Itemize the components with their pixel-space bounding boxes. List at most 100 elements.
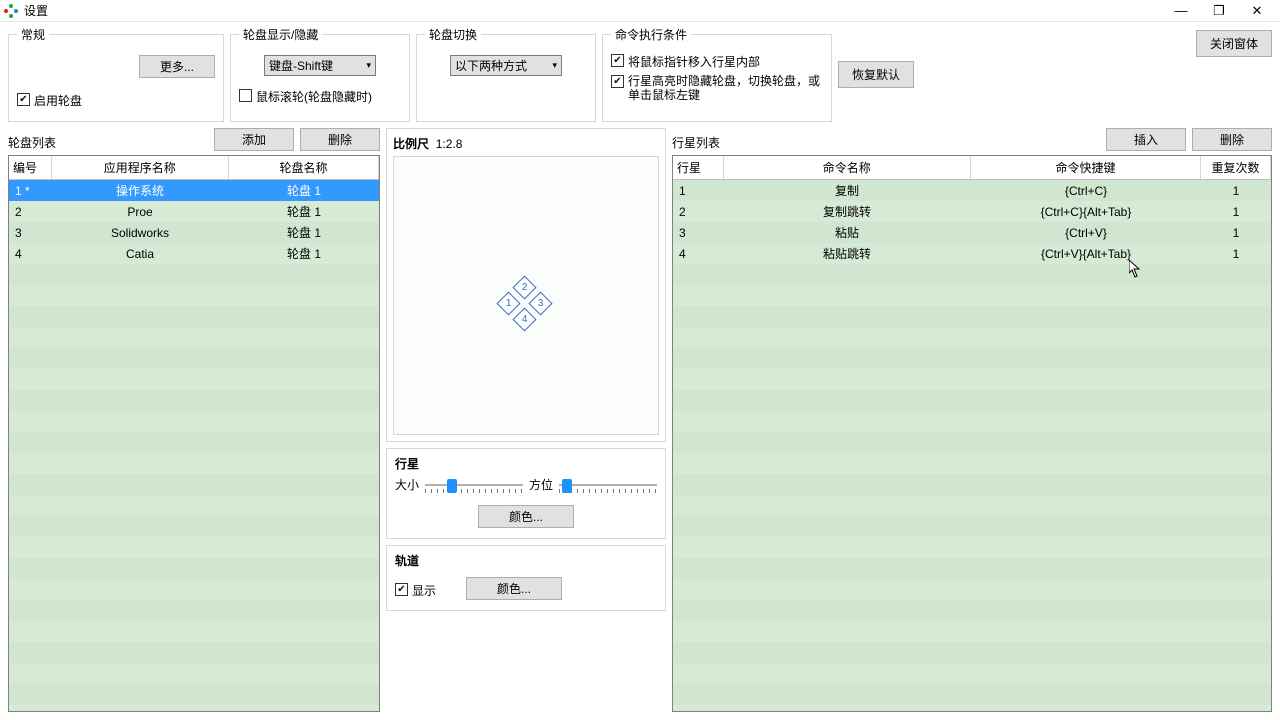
col-wheel[interactable]: 轮盘名称 xyxy=(229,156,379,180)
table-row[interactable] xyxy=(9,516,379,537)
preview-panel: 比例尺 1:2.8 1 2 3 4 xyxy=(386,128,666,442)
table-row[interactable] xyxy=(9,537,379,558)
table-row[interactable] xyxy=(9,327,379,348)
table-row[interactable]: 4粘贴跳转{Ctrl+V}{Alt+Tab}1 xyxy=(673,243,1271,264)
wheel-list-title: 轮盘列表 xyxy=(8,134,56,151)
table-row[interactable] xyxy=(673,621,1271,642)
planet-table[interactable]: 行星 命令名称 命令快捷键 重复次数 1复制{Ctrl+C}12复制跳转{Ctr… xyxy=(672,155,1272,712)
table-row[interactable] xyxy=(9,621,379,642)
more-button[interactable]: 更多... xyxy=(139,55,215,78)
maximize-button[interactable]: ❐ xyxy=(1200,0,1238,22)
general-legend: 常规 xyxy=(17,26,49,43)
switch-group: 轮盘切换 以下两种方式 ▾ xyxy=(416,26,596,122)
table-row[interactable] xyxy=(673,558,1271,579)
table-row[interactable] xyxy=(9,390,379,411)
cond-opt1-checkbox[interactable]: 将鼠标指针移入行星内部 xyxy=(611,53,823,70)
table-row[interactable] xyxy=(673,663,1271,684)
table-row[interactable] xyxy=(9,369,379,390)
showhide-select[interactable]: 键盘-Shift键 ▾ xyxy=(264,55,376,76)
table-row[interactable] xyxy=(9,705,379,711)
planet-node-3[interactable]: 3 xyxy=(528,291,552,315)
table-row[interactable] xyxy=(9,348,379,369)
table-row[interactable] xyxy=(9,474,379,495)
mousewheel-checkbox[interactable]: 鼠标滚轮(轮盘隐藏时) xyxy=(239,88,401,105)
table-row[interactable] xyxy=(673,285,1271,306)
orbit-label: 轨道 xyxy=(395,554,419,568)
table-row[interactable]: 4Catia轮盘 1 xyxy=(9,243,379,264)
table-row[interactable] xyxy=(673,411,1271,432)
table-row[interactable] xyxy=(673,474,1271,495)
table-row[interactable] xyxy=(673,453,1271,474)
insert-button[interactable]: 插入 xyxy=(1106,128,1186,151)
table-row[interactable] xyxy=(673,390,1271,411)
switch-legend: 轮盘切换 xyxy=(425,26,481,43)
add-button[interactable]: 添加 xyxy=(214,128,294,151)
table-row[interactable] xyxy=(673,369,1271,390)
preview-canvas[interactable]: 1 2 3 4 xyxy=(393,156,659,435)
col-id[interactable]: 编号 xyxy=(9,156,51,180)
table-row[interactable] xyxy=(673,264,1271,285)
table-row[interactable] xyxy=(673,684,1271,705)
close-button[interactable]: ✕ xyxy=(1238,0,1276,22)
showhide-select-value: 键盘-Shift键 xyxy=(269,57,333,74)
col-repeat[interactable]: 重复次数 xyxy=(1201,156,1271,180)
planet-node-2[interactable]: 2 xyxy=(512,275,536,299)
col-hotkey[interactable]: 命令快捷键 xyxy=(971,156,1201,180)
general-group: 常规 更多... 启用轮盘 xyxy=(8,26,224,122)
planet-node-4[interactable]: 4 xyxy=(512,307,536,331)
condition-group: 命令执行条件 将鼠标指针移入行星内部 行星高亮时隐藏轮盘，切换轮盘，或单击鼠标左… xyxy=(602,26,832,122)
minimize-button[interactable]: — xyxy=(1162,0,1200,22)
table-row[interactable] xyxy=(9,600,379,621)
col-planet[interactable]: 行星 xyxy=(673,156,723,180)
table-row[interactable] xyxy=(9,663,379,684)
cond-opt2-checkbox[interactable]: 行星高亮时隐藏轮盘，切换轮盘，或单击鼠标左键 xyxy=(611,74,823,103)
table-row[interactable] xyxy=(673,432,1271,453)
restore-default-button[interactable]: 恢复默认 xyxy=(838,61,914,88)
table-row[interactable] xyxy=(9,453,379,474)
table-row[interactable] xyxy=(673,705,1271,711)
table-row[interactable] xyxy=(9,432,379,453)
orbit-show-checkbox[interactable]: 显示 xyxy=(395,582,436,599)
close-window-button[interactable]: 关闭窗体 xyxy=(1196,30,1272,57)
table-row[interactable] xyxy=(673,327,1271,348)
table-row[interactable]: 2Proe轮盘 1 xyxy=(9,201,379,222)
delete-button[interactable]: 删除 xyxy=(300,128,380,151)
delete-button-right[interactable]: 删除 xyxy=(1192,128,1272,151)
table-row[interactable] xyxy=(673,348,1271,369)
table-row[interactable]: 3Solidworks轮盘 1 xyxy=(9,222,379,243)
table-row[interactable]: 1复制{Ctrl+C}1 xyxy=(673,180,1271,201)
table-row[interactable]: 1 *操作系统轮盘 1 xyxy=(9,180,379,201)
table-row[interactable] xyxy=(9,642,379,663)
table-row[interactable] xyxy=(9,495,379,516)
table-row[interactable] xyxy=(673,516,1271,537)
table-row[interactable]: 2复制跳转{Ctrl+C}{Alt+Tab}1 xyxy=(673,201,1271,222)
table-row[interactable] xyxy=(9,579,379,600)
table-row[interactable] xyxy=(9,306,379,327)
col-app[interactable]: 应用程序名称 xyxy=(51,156,229,180)
table-row[interactable] xyxy=(673,600,1271,621)
orient-slider[interactable] xyxy=(559,477,657,493)
table-row[interactable] xyxy=(9,411,379,432)
table-row[interactable] xyxy=(673,537,1271,558)
enable-wheel-checkbox[interactable]: 启用轮盘 xyxy=(17,92,215,109)
orient-label: 方位 xyxy=(529,476,553,493)
wheel-table[interactable]: 编号 应用程序名称 轮盘名称 1 *操作系统轮盘 12Proe轮盘 13Soli… xyxy=(8,155,380,712)
planet-color-button[interactable]: 颜色... xyxy=(478,505,574,528)
size-slider[interactable] xyxy=(425,477,523,493)
table-row[interactable] xyxy=(673,642,1271,663)
enable-wheel-label: 启用轮盘 xyxy=(34,92,82,109)
table-row[interactable] xyxy=(9,558,379,579)
table-row[interactable] xyxy=(9,264,379,285)
table-row[interactable] xyxy=(673,495,1271,516)
col-cmd[interactable]: 命令名称 xyxy=(723,156,971,180)
table-row[interactable] xyxy=(9,285,379,306)
table-row[interactable] xyxy=(9,684,379,705)
planet-node-1[interactable]: 1 xyxy=(496,291,520,315)
table-row[interactable] xyxy=(673,306,1271,327)
planet-panel: 行星 大小 方位 颜色... xyxy=(386,448,666,539)
switch-select[interactable]: 以下两种方式 ▾ xyxy=(450,55,562,76)
orbit-color-button[interactable]: 颜色... xyxy=(466,577,562,600)
table-row[interactable] xyxy=(673,579,1271,600)
orbit-show-label: 显示 xyxy=(412,582,436,599)
table-row[interactable]: 3粘贴{Ctrl+V}1 xyxy=(673,222,1271,243)
